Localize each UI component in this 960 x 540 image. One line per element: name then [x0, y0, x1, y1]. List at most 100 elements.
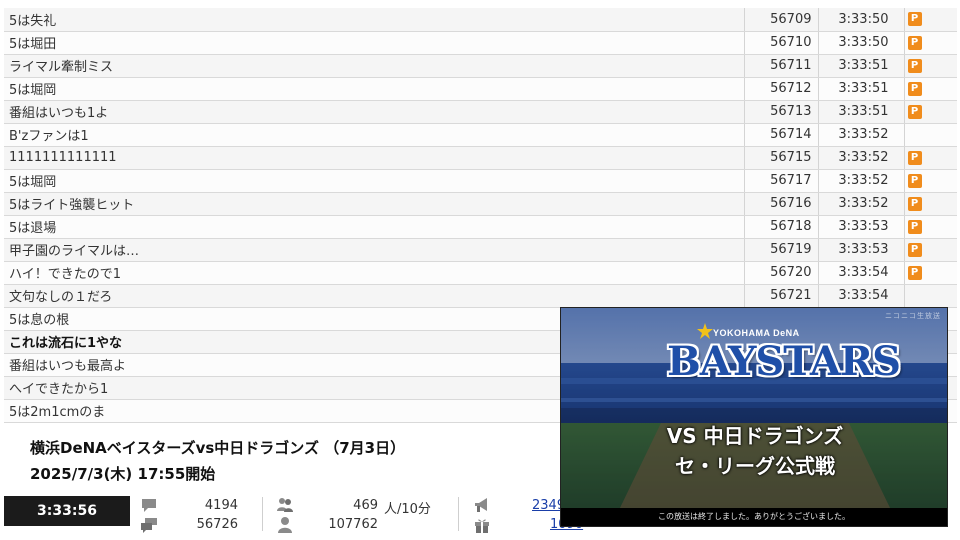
premium-cell: P — [904, 192, 957, 216]
comment-row[interactable]: 5は堀岡 56717 3:33:52 P — [4, 169, 957, 193]
premium-cell: P — [904, 261, 957, 285]
comment-text: 甲子園のライマルは… — [4, 238, 745, 262]
premium-cell: P — [904, 100, 957, 124]
comment-number: 56721 — [744, 284, 819, 308]
baystars-logo: BAYSTARS — [667, 338, 901, 385]
comment-time: 3:33:54 — [818, 284, 905, 308]
comment-number: 56709 — [744, 8, 819, 32]
premium-icon: P — [907, 35, 922, 50]
top-strip — [0, 0, 960, 8]
comment-number: 56720 — [744, 261, 819, 285]
comment-text: ライマル牽制ミス — [4, 54, 745, 78]
comment-time: 3:33:50 — [818, 8, 905, 32]
comment-time: 3:33:51 — [818, 54, 905, 78]
comment-number: 56714 — [744, 123, 819, 147]
gift-icon — [475, 519, 489, 533]
comment-row[interactable]: 5は退場 56718 3:33:53 P — [4, 215, 957, 239]
comment-text: ハイ！できたので1 — [4, 261, 745, 285]
comment-row[interactable]: ライマル牽制ミス 56711 3:33:51 P — [4, 54, 957, 78]
comment-row[interactable]: 甲子園のライマルは… 56719 3:33:53 P — [4, 238, 957, 262]
comment-row[interactable]: 1111111111111 56715 3:33:52 P — [4, 146, 957, 170]
opponent-line: VS 中日ドラゴンズ — [666, 424, 844, 448]
watermark: ニコニコ生放送 — [885, 312, 941, 320]
comment-row[interactable]: 5は失礼 56709 3:33:50 P — [4, 8, 957, 32]
comment-time: 3:33:52 — [818, 146, 905, 170]
comment-row[interactable]: 5はライト強襲ヒット 56716 3:33:52 P — [4, 192, 957, 216]
comment-text: 文句なしの１だろ — [4, 284, 745, 308]
program-title: 横浜DeNAベイスターズvs中日ドラゴンズ （7月3日） — [30, 439, 406, 457]
premium-cell: P — [904, 169, 957, 193]
visitors-total: 107762 — [328, 517, 378, 532]
comment-text: 5はライト強襲ヒット — [4, 192, 745, 216]
comment-text: 1111111111111 — [4, 146, 745, 170]
divider — [262, 497, 263, 531]
program-info: 横浜DeNAベイスターズvs中日ドラゴンズ （7月3日） 2025/7/3(木)… — [0, 427, 560, 493]
premium-cell: P — [904, 31, 957, 55]
video-player[interactable]: ニコニコ生放送 YOKOHAMA DeNA BAYSTARS VS 中日ドラゴン… — [560, 307, 948, 527]
visitors-per-10min: 469 — [353, 498, 378, 513]
comment-time: 3:33:51 — [818, 77, 905, 101]
premium-cell: P — [904, 146, 957, 170]
comment-number: 56715 — [744, 146, 819, 170]
comment-row[interactable]: 5は堀岡 56712 3:33:51 P — [4, 77, 957, 101]
star-icon — [697, 323, 713, 339]
comment-number: 56717 — [744, 169, 819, 193]
comment-row[interactable]: ハイ！できたので1 56720 3:33:54 P — [4, 261, 957, 285]
comment-row[interactable]: B'zファンは1 56714 3:33:52 — [4, 123, 957, 147]
elapsed-time: 3:33:56 — [4, 496, 130, 526]
comment-text: 番組はいつも1よ — [4, 100, 745, 124]
comment-text: 5は堀岡 — [4, 77, 745, 101]
premium-icon: P — [907, 150, 922, 165]
comment-number: 56712 — [744, 77, 819, 101]
league-line: セ・リーグ公式戦 — [675, 454, 835, 478]
premium-cell: P — [904, 77, 957, 101]
premium-cell: P — [904, 8, 957, 32]
comment-number: 56711 — [744, 54, 819, 78]
broadcast-ended-message: この放送は終了しました。ありがとうございました。 — [561, 508, 947, 526]
comments-total: 56726 — [196, 517, 238, 532]
comment-text: 5は堀岡 — [4, 169, 745, 193]
comment-number: 56710 — [744, 31, 819, 55]
premium-cell: P — [904, 215, 957, 239]
comment-number: 56716 — [744, 192, 819, 216]
comment-time: 3:33:54 — [818, 261, 905, 285]
premium-icon: P — [907, 265, 922, 280]
comment-text: 5は堀田 — [4, 31, 745, 55]
premium-cell: P — [904, 238, 957, 262]
premium-icon: P — [907, 219, 922, 234]
comment-number: 56718 — [744, 215, 819, 239]
megaphone-icon — [475, 498, 487, 512]
comment-text: 5は退場 — [4, 215, 745, 239]
comment-time: 3:33:53 — [818, 238, 905, 262]
comment-time: 3:33:51 — [818, 100, 905, 124]
premium-icon: P — [907, 58, 922, 73]
comment-row[interactable]: 番組はいつも1よ 56713 3:33:51 P — [4, 100, 957, 124]
comment-row[interactable]: 5は堀田 56710 3:33:50 P — [4, 31, 957, 55]
divider — [458, 497, 459, 531]
premium-icon: P — [907, 104, 922, 119]
premium-icon: P — [907, 196, 922, 211]
comment-text: B'zファンは1 — [4, 123, 745, 147]
stacked-bubbles-icon — [141, 518, 157, 533]
comment-time: 3:33:52 — [818, 123, 905, 147]
comment-number: 56713 — [744, 100, 819, 124]
program-start-date: 2025/7/3(木) 17:55開始 — [30, 465, 216, 483]
premium-cell — [904, 284, 957, 308]
premium-icon: P — [907, 81, 922, 96]
premium-cell: P — [904, 54, 957, 78]
baystars-logo-subtext: YOKOHAMA DeNA — [713, 328, 800, 338]
comment-number: 56719 — [744, 238, 819, 262]
visitors-unit: 人/10分 — [384, 502, 431, 517]
comment-time: 3:33:52 — [818, 192, 905, 216]
speech-bubble-icon — [142, 499, 156, 512]
people-icon — [277, 498, 293, 512]
comment-text: 5は失礼 — [4, 8, 745, 32]
comment-time: 3:33:52 — [818, 169, 905, 193]
comment-time: 3:33:50 — [818, 31, 905, 55]
comment-time: 3:33:53 — [818, 215, 905, 239]
premium-cell — [904, 123, 957, 147]
person-icon — [278, 517, 292, 533]
premium-icon: P — [907, 242, 922, 257]
comment-row[interactable]: 文句なしの１だろ 56721 3:33:54 — [4, 284, 957, 308]
premium-icon: P — [907, 12, 922, 27]
